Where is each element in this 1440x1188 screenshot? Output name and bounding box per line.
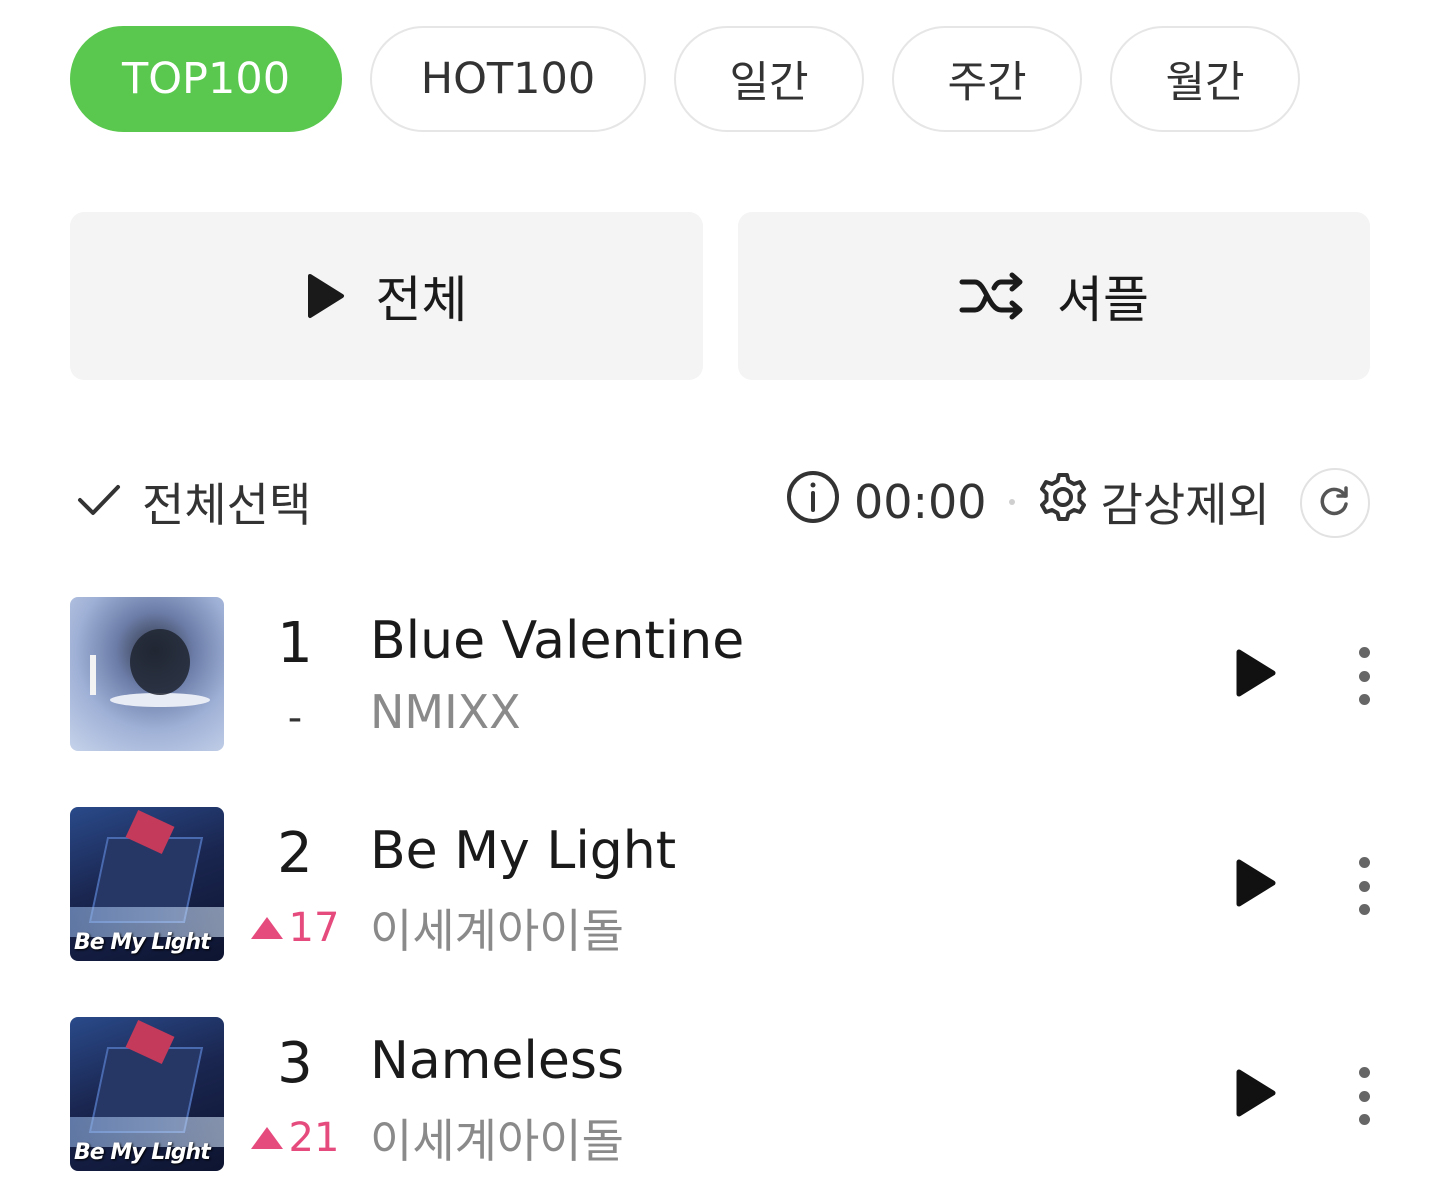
more-dot — [1358, 880, 1370, 892]
more-dot — [1358, 694, 1370, 705]
exclude-label: 감상제외 — [1100, 478, 1270, 532]
refresh-icon — [1318, 484, 1352, 522]
timer-value: 00:00 — [854, 475, 987, 529]
chart-row[interactable]: 1 - Blue Valentine NMIXX — [0, 597, 1440, 753]
separator-dot — [1008, 499, 1015, 505]
artist-name[interactable]: 이세계아이돌 — [370, 895, 624, 961]
gear-icon — [1037, 471, 1089, 534]
tab-daily[interactable]: 일간 — [674, 26, 864, 132]
rank-number: 3 — [277, 1031, 313, 1096]
rank-number: 2 — [277, 821, 313, 886]
checkmark-icon — [76, 475, 122, 529]
row-play-button[interactable] — [1228, 855, 1284, 915]
play-all-label: 전체 — [375, 271, 468, 329]
song-title[interactable]: Blue Valentine — [370, 611, 744, 671]
song-title[interactable]: Be My Light — [370, 821, 676, 881]
listening-timer: 00:00 감상제외 — [786, 470, 1270, 534]
tab-hot100[interactable]: HOT100 — [370, 26, 646, 132]
play-icon — [306, 272, 346, 320]
more-dot — [1358, 1090, 1370, 1102]
rank-change: 17 — [250, 905, 340, 951]
refresh-button[interactable] — [1300, 468, 1370, 538]
artist-name[interactable]: 이세계아이돌 — [370, 1105, 624, 1171]
select-all-toggle[interactable]: 전체선택 — [76, 470, 311, 534]
album-cover-text: Be My Light — [74, 1140, 211, 1165]
rank-change: - — [250, 695, 340, 741]
shuffle-icon — [959, 272, 1027, 320]
chart-row[interactable]: Be My Light 3 21 Nameless 이세계아이돌 — [0, 1017, 1440, 1173]
more-options-button[interactable] — [1344, 641, 1384, 711]
tab-monthly[interactable]: 월간 — [1110, 26, 1300, 132]
row-play-button[interactable] — [1228, 645, 1284, 705]
album-cover-text: Be My Light — [74, 930, 211, 955]
song-title[interactable]: Nameless — [370, 1031, 624, 1091]
artist-name[interactable]: NMIXX — [370, 685, 521, 739]
chart-row[interactable]: Be My Light 2 17 Be My Light 이세계아이돌 — [0, 807, 1440, 963]
more-dot — [1358, 1114, 1370, 1125]
album-cover: Be My Light — [70, 1017, 224, 1171]
rank-up-icon — [250, 1127, 283, 1149]
rank-change: 21 — [250, 1115, 340, 1161]
tab-top100[interactable]: TOP100 — [70, 26, 342, 132]
select-all-label: 전체선택 — [142, 478, 312, 532]
more-dot — [1358, 1067, 1370, 1078]
more-options-button[interactable] — [1344, 851, 1384, 921]
play-icon — [1234, 857, 1278, 913]
rank-change-value: - — [287, 695, 303, 741]
more-options-button[interactable] — [1344, 1061, 1384, 1131]
exclude-setting-button[interactable]: 감상제외 — [1037, 469, 1270, 535]
more-dot — [1358, 857, 1370, 868]
info-icon[interactable] — [786, 470, 840, 535]
album-cover — [70, 597, 224, 751]
rank-change-value: 21 — [288, 1115, 340, 1161]
play-icon — [1234, 1067, 1278, 1123]
shuffle-button[interactable]: 셔플 — [738, 212, 1370, 380]
shuffle-label: 셔플 — [1057, 271, 1149, 329]
more-dot — [1358, 670, 1370, 682]
play-icon — [1234, 647, 1278, 703]
rank-change-value: 17 — [288, 905, 340, 951]
album-cover: Be My Light — [70, 807, 224, 961]
play-all-button[interactable]: 전체 — [70, 212, 703, 380]
more-dot — [1358, 647, 1370, 658]
rank-up-icon — [250, 917, 283, 939]
tab-weekly[interactable]: 주간 — [892, 26, 1082, 132]
more-dot — [1358, 904, 1370, 915]
rank-number: 1 — [277, 611, 313, 676]
row-play-button[interactable] — [1228, 1065, 1284, 1125]
